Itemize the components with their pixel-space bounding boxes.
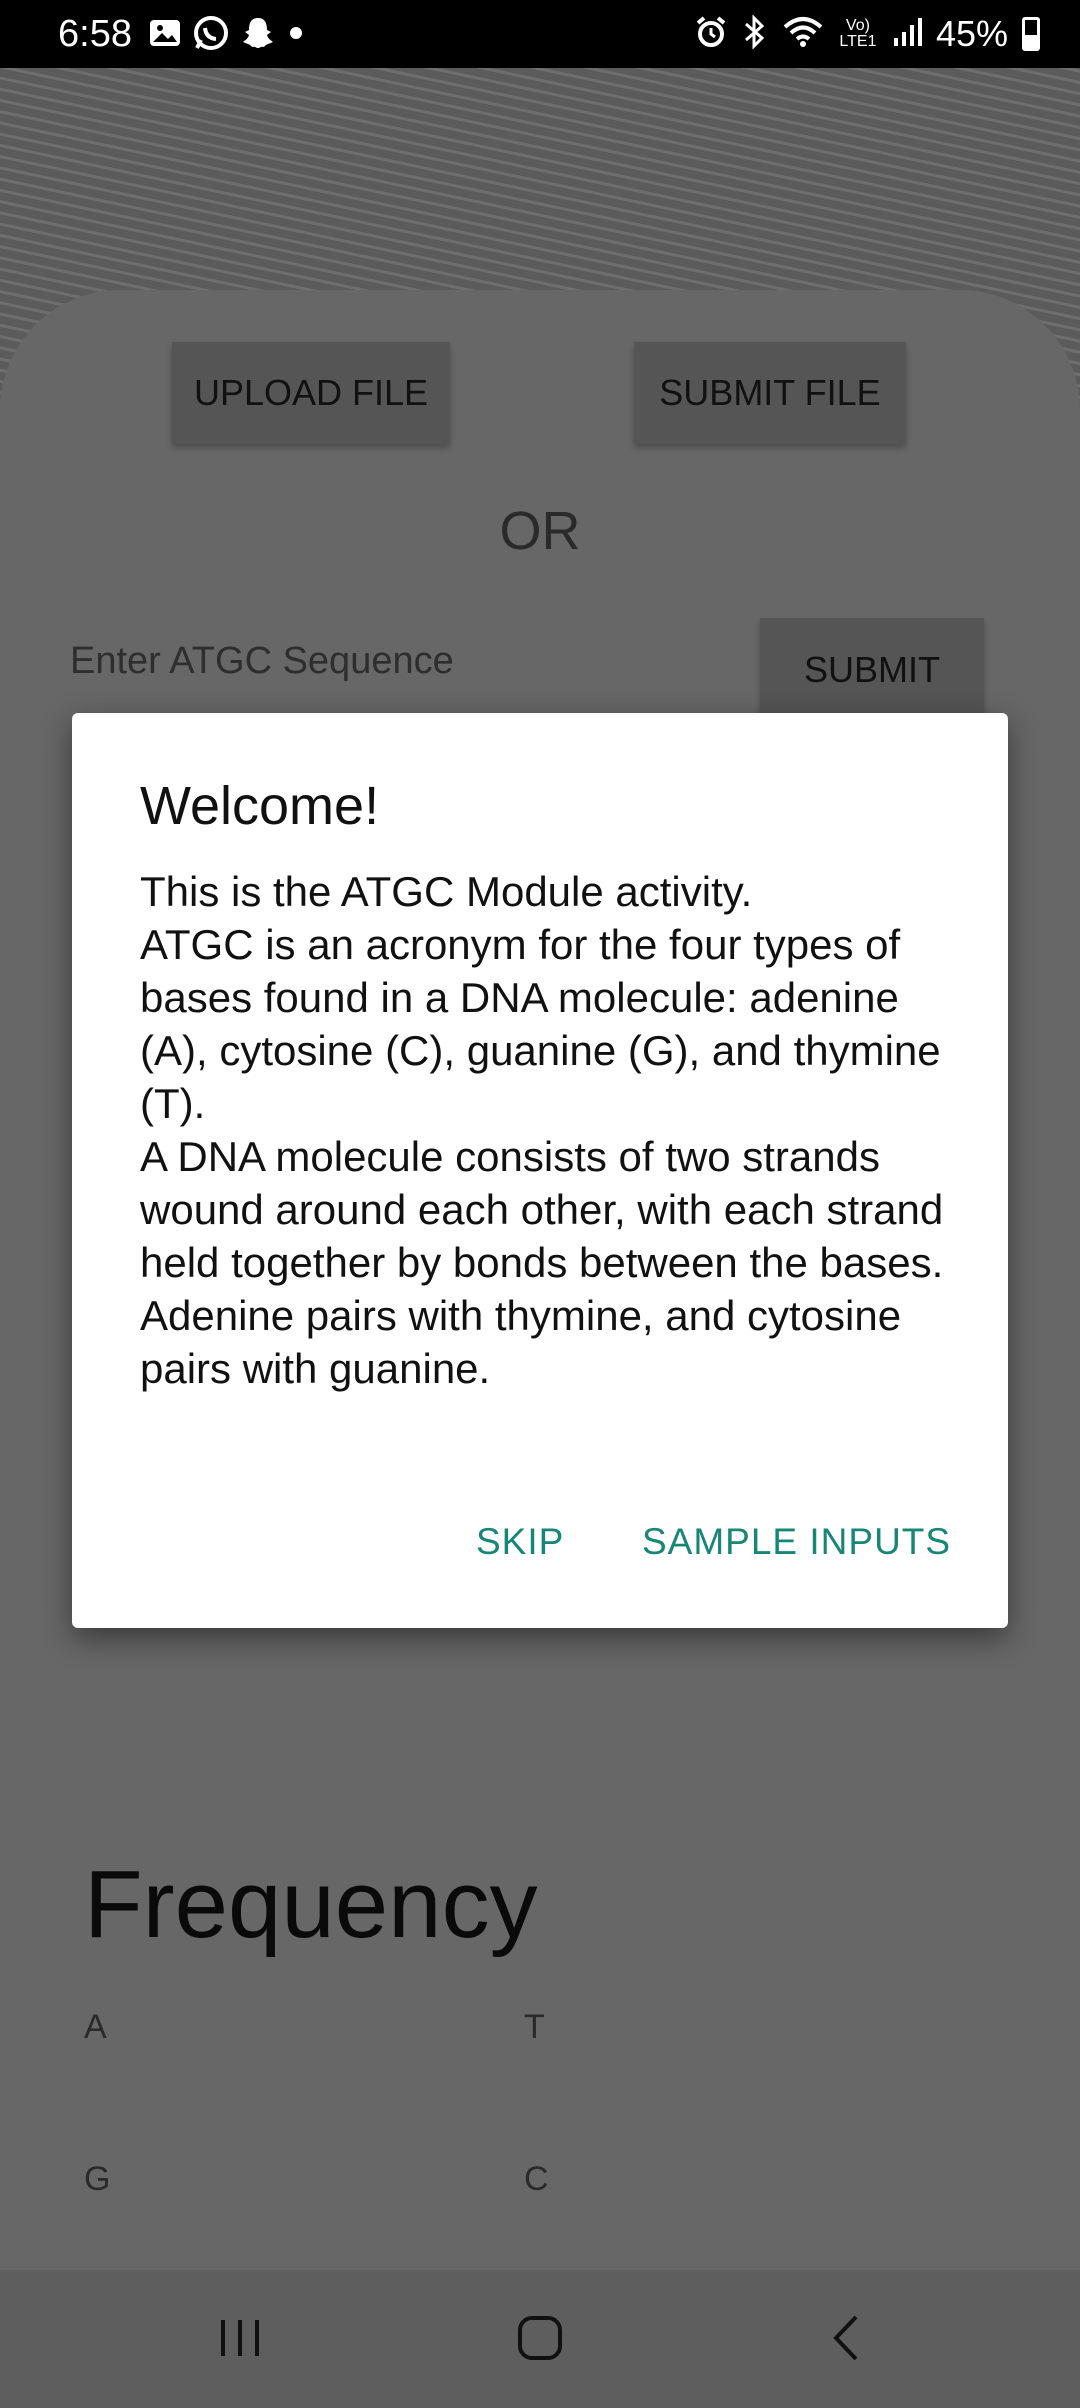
gallery-icon	[148, 16, 182, 55]
or-label: OR	[499, 501, 581, 561]
system-icons: Vo) LTE1 45%	[694, 12, 1040, 56]
signal-icon	[892, 16, 922, 53]
welcome-dialog: Welcome! This is the ATGC Module activit…	[72, 713, 1008, 1628]
dot-icon	[286, 23, 306, 48]
skip-button[interactable]: SKIP	[476, 1521, 564, 1563]
frequency-label-t: T	[524, 2008, 545, 2046]
whatsapp-icon	[192, 14, 230, 57]
status-bar: 6:58 Vo) LTE1 45%	[0, 0, 1080, 68]
back-button[interactable]	[766, 2272, 926, 2408]
recents-button[interactable]	[160, 2272, 320, 2408]
submit-file-button[interactable]: SUBMIT FILE	[634, 342, 906, 444]
sequence-input[interactable]: Enter ATGC Sequence	[70, 640, 710, 700]
home-button[interactable]	[460, 2272, 620, 2408]
volte-icon: Vo) LTE1	[839, 17, 877, 50]
frequency-label-a: A	[84, 2008, 107, 2046]
frequency-label-g: G	[84, 2160, 111, 2198]
back-icon	[826, 2313, 866, 2368]
navigation-bar	[0, 2272, 1080, 2408]
notification-icons	[148, 14, 306, 57]
submit-button[interactable]: SUBMIT	[760, 618, 984, 722]
frequency-label-c: C	[524, 2160, 549, 2198]
home-icon	[515, 2313, 565, 2368]
upload-file-button[interactable]: UPLOAD FILE	[172, 342, 450, 444]
battery-icon	[1022, 17, 1040, 51]
dialog-title: Welcome!	[140, 776, 380, 836]
frequency-title: Frequency	[84, 1851, 538, 1958]
recents-icon	[215, 2316, 265, 2365]
bluetooth-icon	[742, 13, 768, 55]
status-time: 6:58	[58, 13, 132, 55]
sample-inputs-button[interactable]: SAMPLE INPUTS	[642, 1521, 951, 1563]
snapchat-icon	[240, 15, 276, 56]
alarm-icon	[694, 15, 728, 54]
wifi-icon	[782, 15, 824, 54]
battery-percent: 45%	[935, 13, 1008, 54]
dialog-body: This is the ATGC Module activity. ATGC i…	[140, 868, 944, 1392]
